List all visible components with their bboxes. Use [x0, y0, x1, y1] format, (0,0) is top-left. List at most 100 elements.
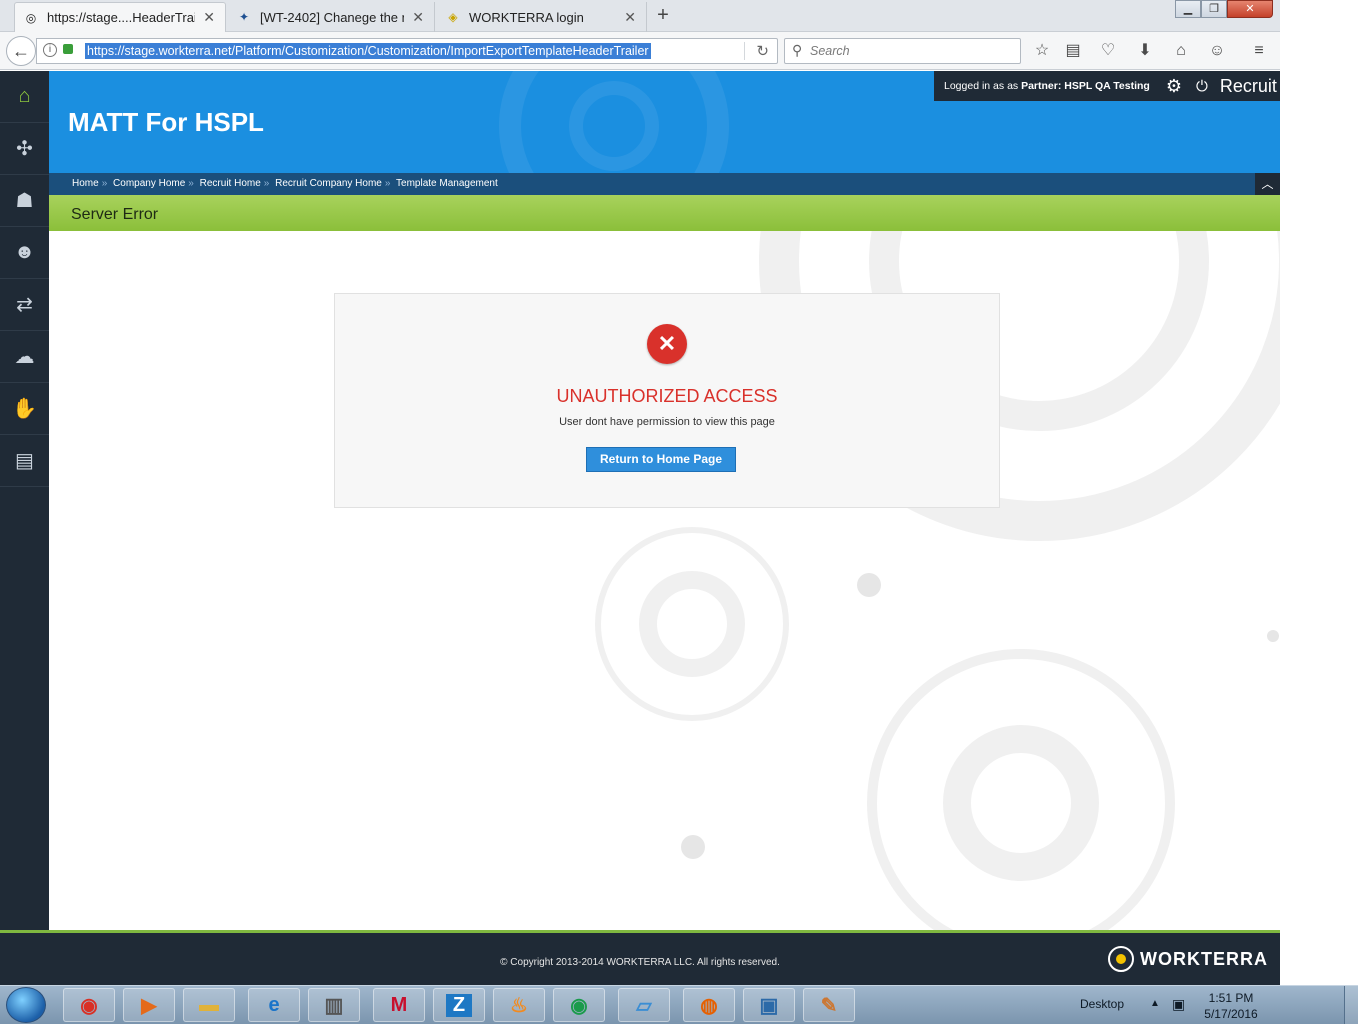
logged-in-prefix: Logged in as [944, 80, 1005, 92]
power-icon[interactable]: ⏻ [1196, 78, 1208, 95]
firefox-app-icon[interactable]: ◍ [683, 988, 735, 1022]
start-button[interactable] [6, 987, 46, 1023]
address-bar[interactable]: i https://stage.workterra.net/Platform/C… [36, 38, 778, 64]
reload-icon[interactable]: ↻ [756, 42, 769, 60]
sidebar-user-star-icon[interactable]: ☗ [0, 175, 49, 227]
network-icon[interactable]: ▣ [1172, 996, 1185, 1013]
brand-name: WORKTERRA [1140, 948, 1268, 969]
file-explorer-app-icon[interactable]: ▬ [183, 988, 235, 1022]
breadcrumb-recruit-home[interactable]: Recruit Home [200, 178, 261, 189]
background-decoration [943, 725, 1099, 881]
error-close-icon: ✕ [647, 324, 687, 364]
back-button[interactable]: ← [6, 36, 36, 66]
close-tab-icon[interactable]: ✕ [412, 9, 424, 26]
emoji-icon[interactable]: ☺ [1207, 41, 1227, 61]
breadcrumb-separator: » [384, 178, 391, 189]
breadcrumb-company-home[interactable]: Company Home [113, 178, 185, 189]
media-player-app-icon[interactable]: ▶ [123, 988, 175, 1022]
close-tab-icon[interactable]: ✕ [203, 9, 215, 26]
user-bar: Logged in as as Partner: HSPL QA Testing… [934, 71, 1280, 101]
sidebar-puzzle-icon[interactable]: ✣ [0, 123, 49, 175]
background-decoration [681, 835, 705, 859]
chrome-app-icon[interactable]: ◉ [553, 988, 605, 1022]
reading-list-icon[interactable]: ▤ [1063, 41, 1083, 61]
breadcrumb-home[interactable]: Home [72, 178, 99, 189]
windows-taskbar: ◉ ▶ ▬ e ▥ M Z ♨ ◉ ▱ ◍ ▣ ✎ Desktop ▲ ▣ 1:… [0, 985, 1358, 1024]
photo-viewer-app-icon[interactable]: ▣ [743, 988, 795, 1022]
background-decoration [857, 573, 881, 597]
pocket-icon[interactable]: ♡ [1098, 41, 1118, 61]
clock-time: 1:51 PM [1208, 991, 1254, 1005]
sidebar-home-icon[interactable]: ⌂ [0, 71, 49, 123]
divider [744, 42, 745, 60]
new-tab-button[interactable]: + [652, 5, 674, 27]
page-title-bar: Server Error [49, 195, 1280, 231]
zoom-app-icon[interactable]: Z [433, 988, 485, 1022]
search-icon: ⚲ [792, 42, 803, 58]
search-placeholder: Search [810, 44, 850, 58]
close-window-button[interactable]: ✕ [1227, 0, 1273, 18]
tab-jira[interactable]: ✦ [WT-2402] Chanege the na... ✕ [228, 2, 435, 32]
error-title: UNAUTHORIZED ACCESS [556, 386, 778, 406]
maximize-button[interactable]: ❐ [1201, 0, 1227, 18]
desktop-toolbar-label[interactable]: Desktop [1080, 997, 1124, 1011]
background-decoration [1267, 630, 1279, 642]
mcafee-app-icon[interactable]: M [373, 988, 425, 1022]
browser-nav-bar: ← i https://stage.workterra.net/Platform… [0, 32, 1280, 70]
notes-app-icon[interactable]: ▱ [618, 988, 670, 1022]
left-sidebar: ⌂ ✣ ☗ ☻ ⇄ ☁ ✋ ▤ [0, 71, 49, 931]
show-desktop-button[interactable] [1344, 986, 1358, 1024]
clock-date: 5/17/2016 [1204, 1007, 1258, 1021]
breadcrumb-recruit-company-home[interactable]: Recruit Company Home [275, 178, 382, 189]
tab-title: https://stage....HeaderTrailer [47, 10, 196, 25]
system-clock[interactable]: 1:51 PM 5/17/2016 [1196, 990, 1266, 1022]
sidebar-document-icon[interactable]: ▤ [0, 435, 49, 487]
module-name[interactable]: Recruit [1220, 76, 1277, 97]
sidebar-chat-icon[interactable]: ☁ [0, 331, 49, 383]
sidebar-transfer-icon[interactable]: ⇄ [0, 279, 49, 331]
error-card: ✕ UNAUTHORIZED ACCESS User dont have per… [334, 293, 1000, 508]
error-message: User dont have permission to view this p… [559, 416, 775, 428]
tab-title: WORKTERRA login [469, 9, 584, 25]
copyright-text: © Copyright 2013-2014 WORKTERRA LLC. All… [500, 957, 780, 968]
sidebar-hand-icon[interactable]: ✋ [0, 383, 49, 435]
collapse-header-button[interactable]: ︿ [1255, 173, 1280, 195]
chrome-app-icon[interactable]: ◉ [63, 988, 115, 1022]
info-icon[interactable]: i [43, 43, 57, 57]
sidebar-user-icon[interactable]: ☻ [0, 227, 49, 279]
close-tab-icon[interactable]: ✕ [624, 9, 636, 26]
tab-workterra-login[interactable]: ◈ WORKTERRA login ✕ [437, 2, 647, 32]
search-input[interactable]: ⚲ Search [784, 38, 1021, 64]
tab-active[interactable]: ◎ https://stage....HeaderTrailer ✕ [14, 2, 226, 32]
jira-favicon-icon: ✦ [238, 10, 250, 24]
home-icon[interactable]: ⌂ [1171, 41, 1191, 61]
app-header: MATT For HSPL Logged in as as Partner: H… [49, 71, 1280, 173]
background-decoration [639, 571, 745, 677]
app-title: MATT For HSPL [68, 107, 264, 137]
url-text[interactable]: https://stage.workterra.net/Platform/Cus… [85, 43, 651, 59]
tray-expand-icon[interactable]: ▲ [1150, 998, 1160, 1009]
return-home-button[interactable]: Return to Home Page [586, 447, 736, 472]
logged-in-text: Logged in as as Partner: HSPL QA Testing [944, 80, 1150, 92]
fire-app-icon[interactable]: ♨ [493, 988, 545, 1022]
site-favicon-icon: ◈ [448, 10, 458, 24]
main-content: ✕ UNAUTHORIZED ACCESS User dont have per… [49, 231, 1280, 930]
workterra-logo-icon [1108, 946, 1134, 972]
paint-app-icon[interactable]: ✎ [803, 988, 855, 1022]
gear-icon[interactable]: ⚙ [1166, 76, 1182, 97]
tab-title: [WT-2402] Chanege the na... [260, 9, 404, 25]
internet-explorer-app-icon[interactable]: e [248, 988, 300, 1022]
breadcrumb-separator: » [263, 178, 270, 189]
breadcrumb-separator: » [188, 178, 194, 189]
partner-label: Partner: [1021, 80, 1062, 92]
lock-icon[interactable] [63, 44, 73, 54]
download-icon[interactable]: ⬇ [1135, 41, 1155, 61]
menu-icon[interactable]: ≡ [1249, 41, 1269, 61]
archive-app-icon[interactable]: ▥ [308, 988, 360, 1022]
window-controls: ▁ ❐ ✕ [1175, 0, 1273, 20]
breadcrumb-separator: » [101, 178, 108, 189]
minimize-button[interactable]: ▁ [1175, 0, 1201, 18]
page-title: Server Error [71, 206, 159, 223]
breadcrumb-template-management[interactable]: Template Management [396, 178, 498, 189]
bookmark-star-icon[interactable]: ☆ [1032, 41, 1052, 61]
